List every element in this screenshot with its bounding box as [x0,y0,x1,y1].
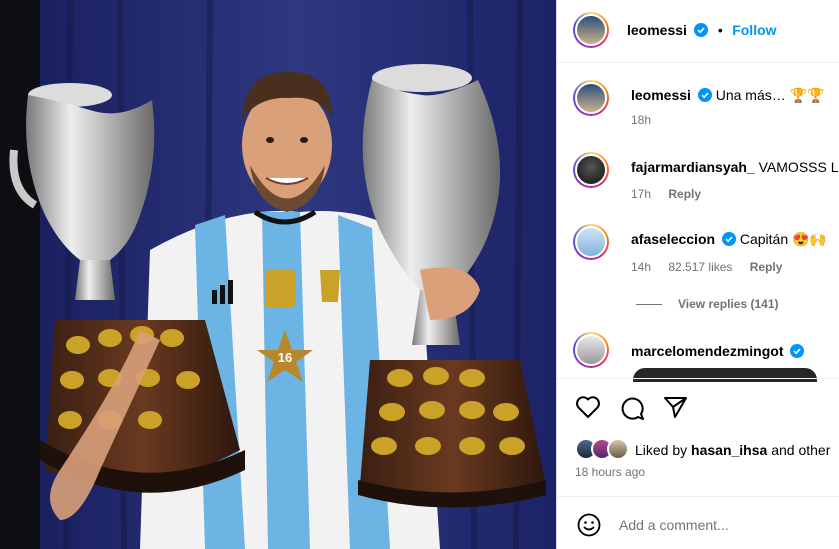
caption-comment: leomessi Una más… 🏆🏆 18h [557,76,839,136]
verified-badge-icon [697,88,712,102]
author-username[interactable]: leomessi [627,22,687,38]
emoji-icon[interactable] [577,513,601,537]
liked-by-prefix: Liked by [635,442,692,458]
liker-avatar [607,438,629,460]
post-photo[interactable]: 16 [0,0,556,549]
post-actions-bar [557,378,839,435]
share-icon[interactable] [663,395,689,419]
comment-likes[interactable]: 82.517 likes [668,260,732,274]
reply-button[interactable]: Reply [750,260,783,274]
jersey-number: 16 [278,350,292,365]
author-avatar[interactable] [573,12,609,48]
comment-item: fajarmardiansyah_ VAMOSSS L 17h Reply [557,148,839,208]
view-replies-label: View replies (141) [678,297,779,311]
view-replies-button[interactable]: View replies (141) [636,297,779,311]
comment-username[interactable]: afaseleccion [631,231,715,247]
post-header: leomessi • Follow [557,0,839,63]
add-comment-input[interactable]: Add a comment... [619,517,729,533]
comment-time: 14h [631,260,652,274]
instagram-post-modal: 16 leomessi • Follow leomessi Una más… 🏆… [0,0,839,549]
liked-by-user[interactable]: hasan_ihsa [691,442,767,458]
verified-badge-icon [721,232,736,246]
view-replies-line [636,304,662,306]
comment-icon[interactable] [619,395,645,421]
comment-time: 18h [631,113,652,127]
heart-icon[interactable] [575,395,601,419]
verified-badge-icon [694,23,709,37]
comment-avatar[interactable] [573,152,609,188]
liked-by-row[interactable]: Liked by hasan_ihsa and other [575,438,839,464]
comment-username[interactable]: fajarmardiansyah_ [631,159,755,175]
comment-avatar[interactable] [573,224,609,260]
comment-avatar[interactable] [573,80,609,116]
comment-username[interactable]: marcelomendezmingot [631,343,783,359]
reply-button[interactable]: Reply [668,187,701,201]
follow-button[interactable]: Follow [732,22,776,38]
add-comment-bar: Add a comment... [557,496,839,549]
header-separator: • [717,22,723,38]
comment-avatar[interactable] [573,332,609,368]
comment-time: 17h [631,187,652,201]
post-side-panel: leomessi • Follow leomessi Una más… 🏆🏆 1… [556,0,839,549]
verified-badge-icon [790,344,805,358]
comment-text: Una más… 🏆🏆 [715,87,825,103]
comment-username[interactable]: leomessi [631,87,691,103]
post-timestamp[interactable]: 18 hours ago [575,465,645,479]
comment-text: Capitán 😍🙌 [739,231,827,247]
liked-by-suffix[interactable]: and other [767,442,830,458]
comment-text: VAMOSSS L [758,159,839,175]
comment-item: afaseleccion Capitán 😍🙌 14h 82.517 likes… [557,220,839,290]
